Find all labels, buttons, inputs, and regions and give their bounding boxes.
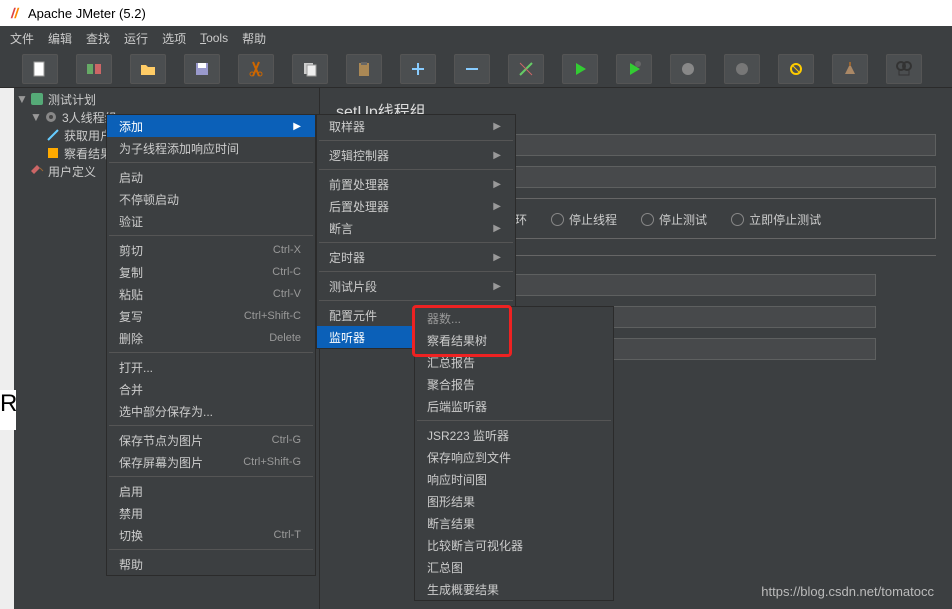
ctx-assertion-results[interactable]: 断言结果 (415, 512, 613, 534)
ctx-open[interactable]: 打开... (107, 356, 315, 378)
watermark: https://blog.csdn.net/tomatocc (761, 584, 934, 599)
chevron-down-icon[interactable]: ▼ (16, 92, 26, 106)
shutdown-button[interactable] (724, 54, 760, 84)
chevron-down-icon[interactable]: ▼ (30, 110, 40, 124)
listener-icon (46, 146, 60, 160)
ctx-copy[interactable]: 复制Ctrl-C (107, 261, 315, 283)
ctx-timer[interactable]: 定时器▶ (317, 246, 515, 268)
edge-artifact: R (0, 390, 16, 430)
ctx-add-response-time[interactable]: 为子线程添加响应时间 (107, 137, 315, 159)
run-button[interactable] (562, 54, 598, 84)
ctx-validate[interactable]: 验证 (107, 210, 315, 232)
ctx-merge[interactable]: 合并 (107, 378, 315, 400)
paste-button[interactable] (346, 54, 382, 84)
ctx-summary-report[interactable]: 汇总报告 (415, 351, 613, 373)
ctx-save-node-image[interactable]: 保存节点为图片Ctrl-G (107, 429, 315, 451)
run-notimer-button[interactable] (616, 54, 652, 84)
menu-help[interactable]: 帮助 (242, 30, 266, 47)
threads-field[interactable] (456, 274, 876, 296)
clear-all-button[interactable] (832, 54, 868, 84)
menu-file[interactable]: 文件 (10, 30, 34, 47)
copy-button[interactable] (292, 54, 328, 84)
ctx-comparison-visualizer[interactable]: 比较断言可视化器 (415, 534, 613, 556)
menu-tools[interactable]: Tools (200, 31, 228, 45)
ctx-duplicate[interactable]: 复写Ctrl+Shift-C (107, 305, 315, 327)
menu-options[interactable]: 选项 (162, 30, 186, 47)
ctx-aggregate-graph[interactable]: 汇总图 (415, 556, 613, 578)
tree-node-label: 察看结果 (64, 145, 112, 162)
tree-node-label: 用户定义 (48, 163, 96, 180)
menu-find[interactable]: 查找 (86, 30, 110, 47)
ctx-start[interactable]: 启动 (107, 166, 315, 188)
stop-button[interactable] (670, 54, 706, 84)
ctx-truncated[interactable]: 器数... (415, 307, 613, 329)
search-button[interactable] (886, 54, 922, 84)
ctx-paste[interactable]: 粘贴Ctrl-V (107, 283, 315, 305)
ctx-enable[interactable]: 启用 (107, 480, 315, 502)
menu-edit[interactable]: 编辑 (48, 30, 72, 47)
app-icon (8, 6, 22, 20)
ctx-logic-controller[interactable]: 逻辑控制器▶ (317, 144, 515, 166)
ctx-generate-summary[interactable]: 生成概要结果 (415, 578, 613, 600)
tree-node-label: 获取用户 (64, 127, 112, 144)
menubar: 文件 编辑 查找 运行 选项 Tools 帮助 (0, 26, 952, 50)
ctx-jsr223-listener[interactable]: JSR223 监听器 (415, 424, 613, 446)
templates-button[interactable] (76, 54, 112, 84)
clear-button[interactable] (778, 54, 814, 84)
gear-icon (44, 110, 58, 124)
ctx-disable[interactable]: 禁用 (107, 502, 315, 524)
ctx-toggle[interactable]: 切换Ctrl-T (107, 524, 315, 546)
collapse-button[interactable] (454, 54, 490, 84)
ctx-preprocessor[interactable]: 前置处理器▶ (317, 173, 515, 195)
ctx-help[interactable]: 帮助 (107, 553, 315, 575)
toggle-button[interactable] (508, 54, 544, 84)
ctx-response-time-graph[interactable]: 响应时间图 (415, 468, 613, 490)
open-button[interactable] (130, 54, 166, 84)
ctx-view-results-tree[interactable]: 察看结果树 (415, 329, 613, 351)
ctx-delete[interactable]: 删除Delete (107, 327, 315, 349)
tree-root[interactable]: ▼ 测试计划 (0, 90, 319, 108)
ctx-cut[interactable]: 剪切Ctrl-X (107, 239, 315, 261)
app-title: Apache JMeter (5.2) (28, 6, 146, 21)
listener-submenu: 器数... 察看结果树 汇总报告 聚合报告 后端监听器 JSR223 监听器 保… (414, 306, 614, 601)
new-button[interactable] (22, 54, 58, 84)
ctx-assertion[interactable]: 断言▶ (317, 217, 515, 239)
save-button[interactable] (184, 54, 220, 84)
config-icon (30, 164, 44, 178)
left-gutter (0, 88, 14, 609)
testplan-icon (30, 92, 44, 106)
ctx-sampler[interactable]: 取样器▶ (317, 115, 515, 137)
tree-root-label: 测试计划 (48, 91, 96, 108)
ctx-save-screen-image[interactable]: 保存屏幕为图片Ctrl+Shift-G (107, 451, 315, 473)
context-menu: 添加▶ 为子线程添加响应时间 启动 不停顿启动 验证 剪切Ctrl-X 复制Ct… (106, 114, 316, 576)
radio-stop-thread[interactable]: 停止线程 (551, 211, 617, 228)
ctx-test-fragment[interactable]: 测试片段▶ (317, 275, 515, 297)
ctx-aggregate-report[interactable]: 聚合报告 (415, 373, 613, 395)
radio-stop-test[interactable]: 停止测试 (641, 211, 707, 228)
main-window: 文件 编辑 查找 运行 选项 Tools 帮助 ▼ 测试计划 (0, 26, 952, 609)
cut-button[interactable] (238, 54, 274, 84)
ctx-start-no-pause[interactable]: 不停顿启动 (107, 188, 315, 210)
ctx-save-selection[interactable]: 选中部分保存为... (107, 400, 315, 422)
ctx-backend-listener[interactable]: 后端监听器 (415, 395, 613, 417)
ctx-add[interactable]: 添加▶ (107, 115, 315, 137)
expand-button[interactable] (400, 54, 436, 84)
ctx-postprocessor[interactable]: 后置处理器▶ (317, 195, 515, 217)
toolbar (0, 50, 952, 88)
titlebar: Apache JMeter (5.2) (0, 0, 952, 26)
ctx-save-response[interactable]: 保存响应到文件 (415, 446, 613, 468)
ctx-graph-results[interactable]: 图形结果 (415, 490, 613, 512)
sampler-icon (46, 128, 60, 142)
radio-stop-now[interactable]: 立即停止测试 (731, 211, 821, 228)
menu-run[interactable]: 运行 (124, 30, 148, 47)
